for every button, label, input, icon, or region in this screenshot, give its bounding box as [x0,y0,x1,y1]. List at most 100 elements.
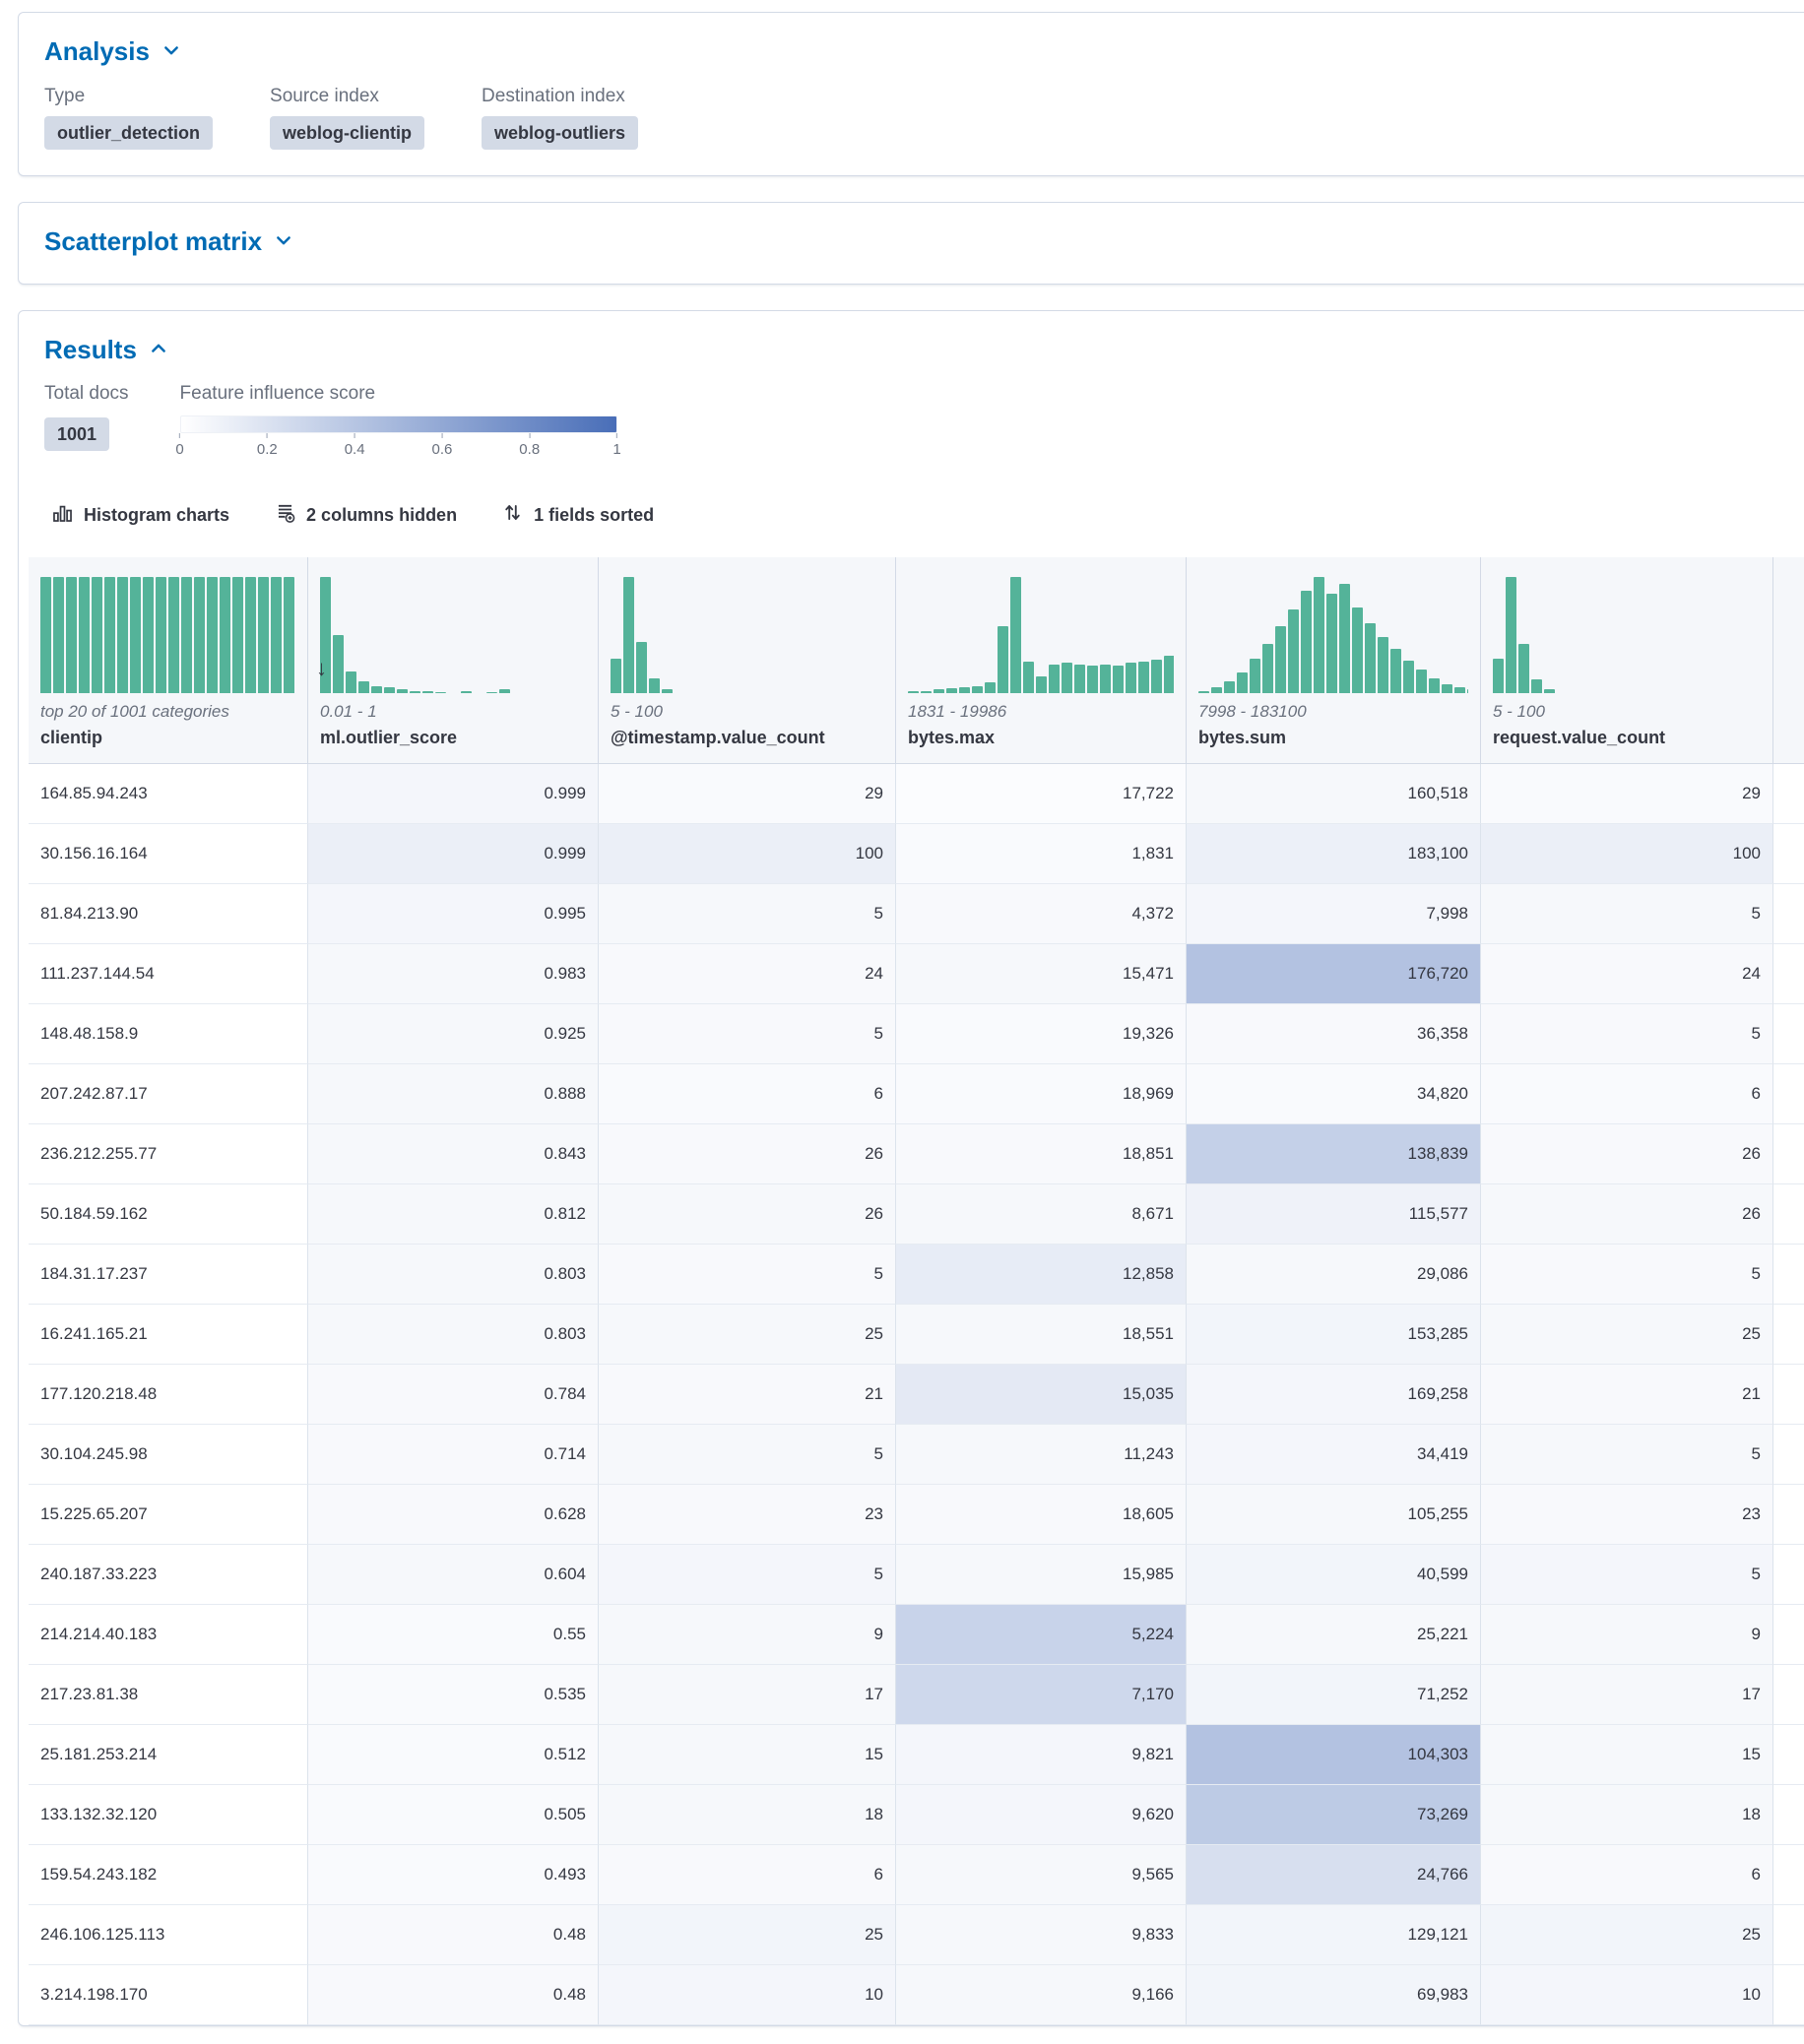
table-cell[interactable]: 26 [599,1184,896,1245]
table-cell[interactable]: 0.999 [308,824,599,884]
table-cell[interactable]: 73,269 [1187,1785,1481,1845]
table-cell[interactable]: 8,671 [896,1184,1187,1245]
table-cell[interactable]: 6 [1481,1064,1773,1124]
sort-down-icon[interactable]: ↓ [316,658,327,679]
table-cell[interactable]: 5 [1481,884,1773,944]
column-header-clientip[interactable]: top 20 of 1001 categories clientip [29,557,308,764]
table-cell[interactable]: 9 [599,1605,896,1665]
table-cell[interactable]: 0.493 [308,1845,599,1905]
clientip-cell[interactable]: 184.31.17.237 [29,1245,308,1305]
table-cell[interactable]: 183,100 [1187,824,1481,884]
table-cell[interactable]: 18 [1481,1785,1773,1845]
table-cell[interactable]: 25,221 [1187,1605,1481,1665]
table-cell[interactable]: 12,858 [896,1245,1187,1305]
clientip-cell[interactable]: 3.214.198.170 [29,1965,308,2025]
histogram-charts-button[interactable]: Histogram charts [52,502,229,528]
table-cell[interactable]: 17 [1481,1665,1773,1725]
table-cell[interactable]: 0.48 [308,1905,599,1965]
table-cell[interactable]: 0.843 [308,1124,599,1184]
table-cell[interactable]: 6 [599,1064,896,1124]
clientip-cell[interactable]: 236.212.255.77 [29,1124,308,1184]
table-cell[interactable]: 29 [599,764,896,824]
table-cell[interactable]: 29,086 [1187,1245,1481,1305]
clientip-cell[interactable]: 214.214.40.183 [29,1605,308,1665]
table-cell[interactable]: 0.535 [308,1665,599,1725]
table-cell[interactable]: 10 [599,1965,896,2025]
table-cell[interactable]: 18,605 [896,1485,1187,1545]
table-cell[interactable]: 23 [1481,1485,1773,1545]
table-cell[interactable]: 0.812 [308,1184,599,1245]
table-cell[interactable]: 0.55 [308,1605,599,1665]
table-cell[interactable]: 17,722 [896,764,1187,824]
table-cell[interactable]: 18 [599,1785,896,1845]
clientip-cell[interactable]: 81.84.213.90 [29,884,308,944]
column-header-bytes-sum[interactable]: 7998 - 183100 bytes.sum [1187,557,1481,764]
table-cell[interactable]: 5 [1481,1004,1773,1064]
table-cell[interactable]: 104,303 [1187,1725,1481,1785]
table-cell[interactable]: 105,255 [1187,1485,1481,1545]
table-cell[interactable]: 5 [599,1425,896,1485]
table-cell[interactable]: 6 [599,1845,896,1905]
column-header-timestamp-value-count[interactable]: 5 - 100 @timestamp.value_count [599,557,896,764]
table-cell[interactable]: 18,551 [896,1305,1187,1365]
table-cell[interactable]: 40,599 [1187,1545,1481,1605]
table-cell[interactable]: 18,969 [896,1064,1187,1124]
table-cell[interactable]: 36,358 [1187,1004,1481,1064]
table-cell[interactable]: 129,121 [1187,1905,1481,1965]
table-cell[interactable]: 29 [1481,764,1773,824]
column-header-request-value-count[interactable]: 5 - 100 request.value_count [1481,557,1773,764]
table-cell[interactable]: 10 [1481,1965,1773,2025]
table-cell[interactable]: 34,419 [1187,1425,1481,1485]
table-cell[interactable]: 25 [1481,1905,1773,1965]
table-cell[interactable]: 69,983 [1187,1965,1481,2025]
table-cell[interactable]: 5 [599,1004,896,1064]
table-cell[interactable]: 9,620 [896,1785,1187,1845]
table-cell[interactable]: 5 [599,1245,896,1305]
table-cell[interactable]: 15 [1481,1725,1773,1785]
table-cell[interactable]: 169,258 [1187,1365,1481,1425]
columns-hidden-button[interactable]: 2 columns hidden [275,502,457,528]
clientip-cell[interactable]: 16.241.165.21 [29,1305,308,1365]
clientip-cell[interactable]: 207.242.87.17 [29,1064,308,1124]
clientip-cell[interactable]: 30.104.245.98 [29,1425,308,1485]
table-cell[interactable]: 100 [599,824,896,884]
table-cell[interactable]: 5 [1481,1245,1773,1305]
table-cell[interactable]: 9,821 [896,1725,1187,1785]
table-cell[interactable]: 25 [599,1905,896,1965]
table-cell[interactable]: 9,166 [896,1965,1187,2025]
table-cell[interactable]: 0.628 [308,1485,599,1545]
table-cell[interactable]: 25 [1481,1305,1773,1365]
clientip-cell[interactable]: 148.48.158.9 [29,1004,308,1064]
table-cell[interactable]: 26 [1481,1184,1773,1245]
table-cell[interactable]: 5 [599,884,896,944]
table-cell[interactable]: 21 [599,1365,896,1425]
clientip-cell[interactable]: 240.187.33.223 [29,1545,308,1605]
table-cell[interactable]: 71,252 [1187,1665,1481,1725]
clientip-cell[interactable]: 164.85.94.243 [29,764,308,824]
table-cell[interactable]: 26 [1481,1124,1773,1184]
table-cell[interactable]: 15,471 [896,944,1187,1004]
table-cell[interactable]: 0.512 [308,1725,599,1785]
fields-sorted-button[interactable]: 1 fields sorted [502,502,654,528]
table-cell[interactable]: 100 [1481,824,1773,884]
table-cell[interactable]: 34,820 [1187,1064,1481,1124]
table-cell[interactable]: 0.995 [308,884,599,944]
results-toggle[interactable]: Results [44,333,1804,366]
clientip-cell[interactable]: 50.184.59.162 [29,1184,308,1245]
table-cell[interactable]: 5 [1481,1425,1773,1485]
clientip-cell[interactable]: 246.106.125.113 [29,1905,308,1965]
table-cell[interactable]: 15,035 [896,1365,1187,1425]
table-cell[interactable]: 153,285 [1187,1305,1481,1365]
clientip-cell[interactable]: 111.237.144.54 [29,944,308,1004]
table-cell[interactable]: 11,243 [896,1425,1187,1485]
table-cell[interactable]: 18,851 [896,1124,1187,1184]
table-cell[interactable]: 9 [1481,1605,1773,1665]
table-cell[interactable]: 0.604 [308,1545,599,1605]
table-cell[interactable]: 26 [599,1124,896,1184]
table-cell[interactable]: 24,766 [1187,1845,1481,1905]
table-cell[interactable]: 0.714 [308,1425,599,1485]
clientip-cell[interactable]: 25.181.253.214 [29,1725,308,1785]
clientip-cell[interactable]: 30.156.16.164 [29,824,308,884]
table-cell[interactable]: 6 [1481,1845,1773,1905]
scatterplot-toggle[interactable]: Scatterplot matrix [44,224,1803,258]
